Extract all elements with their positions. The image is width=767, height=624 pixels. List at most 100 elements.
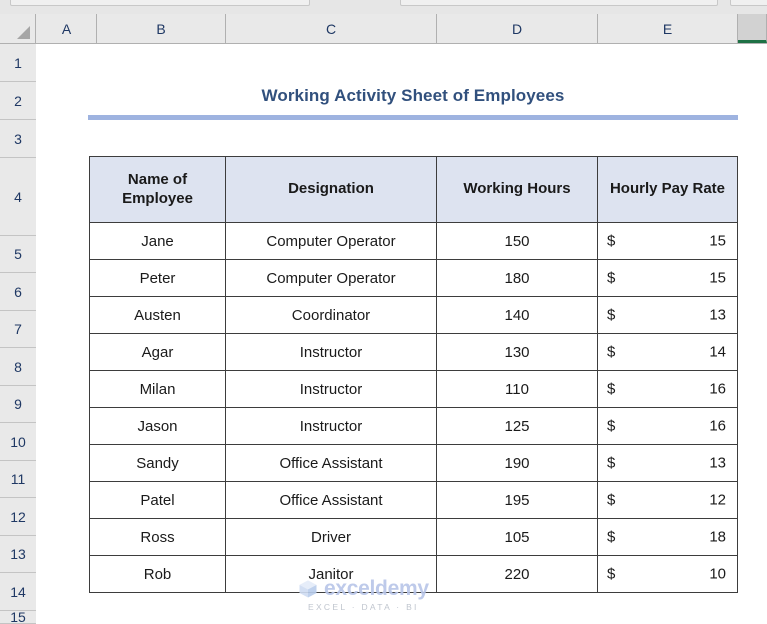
cell-hourly-pay-rate[interactable]: $18	[597, 518, 738, 556]
cell-name[interactable]: Milan	[89, 370, 226, 408]
table-header-row: Name of Employee Designation Working Hou…	[89, 156, 738, 223]
row-header-11[interactable]: 11	[0, 461, 36, 498]
column-header-b[interactable]: B	[97, 14, 226, 43]
column-header-working-hours: Working Hours	[436, 156, 598, 223]
currency-symbol: $	[607, 232, 616, 250]
row-header-6[interactable]: 6	[0, 273, 36, 311]
cell-working-hours[interactable]: 125	[436, 407, 598, 445]
column-header-name-of-employee: Name of Employee	[89, 156, 226, 223]
cell-hourly-pay-rate[interactable]: $10	[597, 555, 738, 593]
cell-hourly-pay-rate[interactable]: $16	[597, 370, 738, 408]
cell-name[interactable]: Peter	[89, 259, 226, 297]
table-row: Ross Driver 105 $18	[89, 518, 738, 556]
table-row: Patel Office Assistant 195 $12	[89, 481, 738, 519]
cell-working-hours[interactable]: 105	[436, 518, 598, 556]
column-header-e[interactable]: E	[598, 14, 738, 43]
cell-hourly-pay-rate[interactable]: $16	[597, 407, 738, 445]
cell-designation[interactable]: Office Assistant	[225, 444, 437, 482]
table-row: Jason Instructor 125 $16	[89, 407, 738, 445]
cell-designation[interactable]: Janitor	[225, 555, 437, 593]
cell-designation[interactable]: Computer Operator	[225, 222, 437, 260]
column-header-a[interactable]: A	[37, 14, 97, 43]
row-header-5[interactable]: 5	[0, 236, 36, 273]
cell-name[interactable]: Rob	[89, 555, 226, 593]
select-all-triangle-icon	[17, 26, 30, 39]
cell-hourly-pay-rate[interactable]: $13	[597, 444, 738, 482]
cell-hourly-pay-rate[interactable]: $14	[597, 333, 738, 371]
currency-amount: 15	[709, 232, 726, 250]
cell-hourly-pay-rate[interactable]: $15	[597, 259, 738, 297]
cell-name[interactable]: Austen	[89, 296, 226, 334]
currency-amount: 16	[709, 380, 726, 398]
row-header-1[interactable]: 1	[0, 44, 36, 82]
currency-amount: 13	[709, 454, 726, 472]
row-header-12[interactable]: 12	[0, 498, 36, 536]
spreadsheet-app: ABCDE 1 2 3 4 5 6 7 8 9 10 11 12 13 14 15 Working Acti…	[0, 0, 767, 624]
currency-symbol: $	[607, 380, 616, 398]
table-row: Agar Instructor 130 $14	[89, 333, 738, 371]
column-header-d[interactable]: D	[437, 14, 598, 43]
ribbon-group-box-1	[10, 0, 310, 6]
cell-hourly-pay-rate[interactable]: $12	[597, 481, 738, 519]
table-row: Jane Computer Operator 150 $15	[89, 222, 738, 260]
cell-name[interactable]: Agar	[89, 333, 226, 371]
currency-symbol: $	[607, 417, 616, 435]
employee-activity-table: Name of Employee Designation Working Hou…	[89, 156, 738, 593]
cell-hourly-pay-rate[interactable]: $15	[597, 222, 738, 260]
table-row: Peter Computer Operator 180 $15	[89, 259, 738, 297]
column-header-f-selected[interactable]	[738, 14, 767, 43]
currency-amount: 14	[709, 343, 726, 361]
cell-working-hours[interactable]: 130	[436, 333, 598, 371]
ribbon-group-box-2	[400, 0, 718, 6]
cell-designation[interactable]: Office Assistant	[225, 481, 437, 519]
cell-name[interactable]: Jason	[89, 407, 226, 445]
table-header: Name of Employee Designation Working Hou…	[89, 156, 738, 223]
column-header-c[interactable]: C	[226, 14, 437, 43]
row-header-column: 1 2 3 4 5 6 7 8 9 10 11 12 13 14 15	[0, 44, 36, 624]
column-header-hourly-pay-rate: Hourly Pay Rate	[597, 156, 738, 223]
row-header-10[interactable]: 10	[0, 423, 36, 461]
cell-name[interactable]: Ross	[89, 518, 226, 556]
currency-amount: 15	[709, 269, 726, 287]
row-header-9[interactable]: 9	[0, 386, 36, 423]
cell-working-hours[interactable]: 110	[436, 370, 598, 408]
table-row: Sandy Office Assistant 190 $13	[89, 444, 738, 482]
row-header-3[interactable]: 3	[0, 120, 36, 158]
currency-symbol: $	[607, 528, 616, 546]
cell-designation[interactable]: Instructor	[225, 407, 437, 445]
select-all-button[interactable]	[0, 14, 36, 43]
row-header-2[interactable]: 2	[0, 82, 36, 120]
row-header-15[interactable]: 15	[0, 609, 36, 624]
cell-designation[interactable]: Coordinator	[225, 296, 437, 334]
ribbon-strip	[0, 0, 767, 14]
cell-name[interactable]: Sandy	[89, 444, 226, 482]
row-header-4[interactable]: 4	[0, 158, 36, 236]
cell-designation[interactable]: Driver	[225, 518, 437, 556]
currency-amount: 10	[709, 565, 726, 583]
cell-name[interactable]: Patel	[89, 481, 226, 519]
cell-designation[interactable]: Instructor	[225, 333, 437, 371]
cell-working-hours[interactable]: 180	[436, 259, 598, 297]
row-header-7[interactable]: 7	[0, 311, 36, 348]
row-header-8[interactable]: 8	[0, 348, 36, 386]
cell-designation[interactable]: Computer Operator	[225, 259, 437, 297]
currency-symbol: $	[607, 491, 616, 509]
currency-amount: 13	[709, 306, 726, 324]
row-header-13[interactable]: 13	[0, 536, 36, 573]
row-header-14[interactable]: 14	[0, 573, 36, 611]
currency-amount: 16	[709, 417, 726, 435]
cell-working-hours[interactable]: 150	[436, 222, 598, 260]
cell-working-hours[interactable]: 140	[436, 296, 598, 334]
cell-name[interactable]: Jane	[89, 222, 226, 260]
cell-working-hours[interactable]: 220	[436, 555, 598, 593]
cell-working-hours[interactable]: 195	[436, 481, 598, 519]
cell-working-hours[interactable]: 190	[436, 444, 598, 482]
cell-designation[interactable]: Instructor	[225, 370, 437, 408]
table-row: Austen Coordinator 140 $13	[89, 296, 738, 334]
table-row: Rob Janitor 220 $10	[89, 555, 738, 593]
ribbon-group-box-3	[730, 0, 767, 6]
cell-hourly-pay-rate[interactable]: $13	[597, 296, 738, 334]
sheet-title: Working Activity Sheet of Employees	[261, 86, 565, 105]
currency-symbol: $	[607, 454, 616, 472]
column-header-band: ABCDE	[0, 14, 767, 44]
